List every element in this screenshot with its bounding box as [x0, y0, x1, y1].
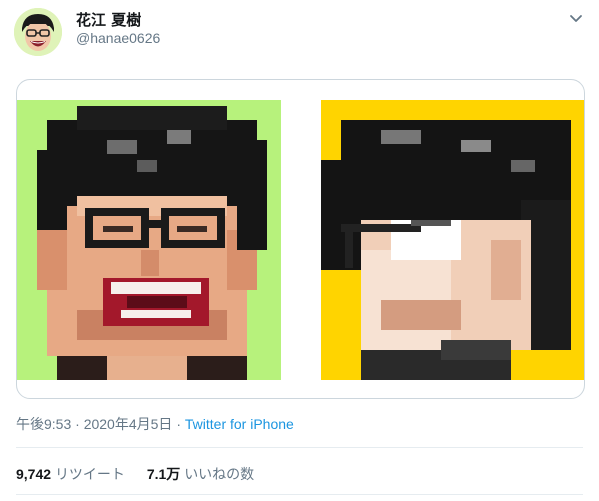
tweet-time[interactable]: 午後9:53	[16, 416, 71, 432]
meta-separator: ·	[75, 416, 80, 432]
divider	[16, 447, 583, 448]
divider-bottom	[16, 494, 583, 495]
pixel-art-portrait-profile-icon	[321, 100, 584, 380]
tweet-date[interactable]: 2020年4月5日	[84, 416, 173, 432]
likes-stat[interactable]: 7.1万 いいねの数	[147, 466, 254, 482]
avatar-portrait-icon	[14, 8, 62, 56]
media-card[interactable]	[16, 79, 585, 399]
retweets-count: 9,742	[16, 466, 52, 482]
likes-count: 7.1万	[146, 466, 181, 482]
media-image-left[interactable]	[17, 100, 281, 380]
tweet-stats: 9,742 リツイート 7.1万 いいねの数	[16, 464, 254, 484]
retweets-label: リツイート	[54, 466, 125, 482]
tweet-metadata: 午後9:53 · 2020年4月5日 · Twitter for iPhone	[16, 414, 294, 434]
tweet-source-link[interactable]: Twitter for iPhone	[185, 416, 294, 432]
chevron-down-icon[interactable]	[566, 8, 586, 28]
avatar[interactable]	[14, 8, 62, 56]
author-name[interactable]: 花江 夏樹	[76, 9, 141, 30]
media-image-right[interactable]	[321, 100, 584, 380]
meta-separator-2: ·	[176, 416, 181, 432]
author-handle[interactable]: @hanae0626	[76, 30, 160, 46]
retweets-stat[interactable]: 9,742 リツイート	[16, 466, 129, 482]
pixel-art-portrait-laughing-icon	[17, 100, 281, 380]
likes-label: いいねの数	[184, 466, 255, 482]
